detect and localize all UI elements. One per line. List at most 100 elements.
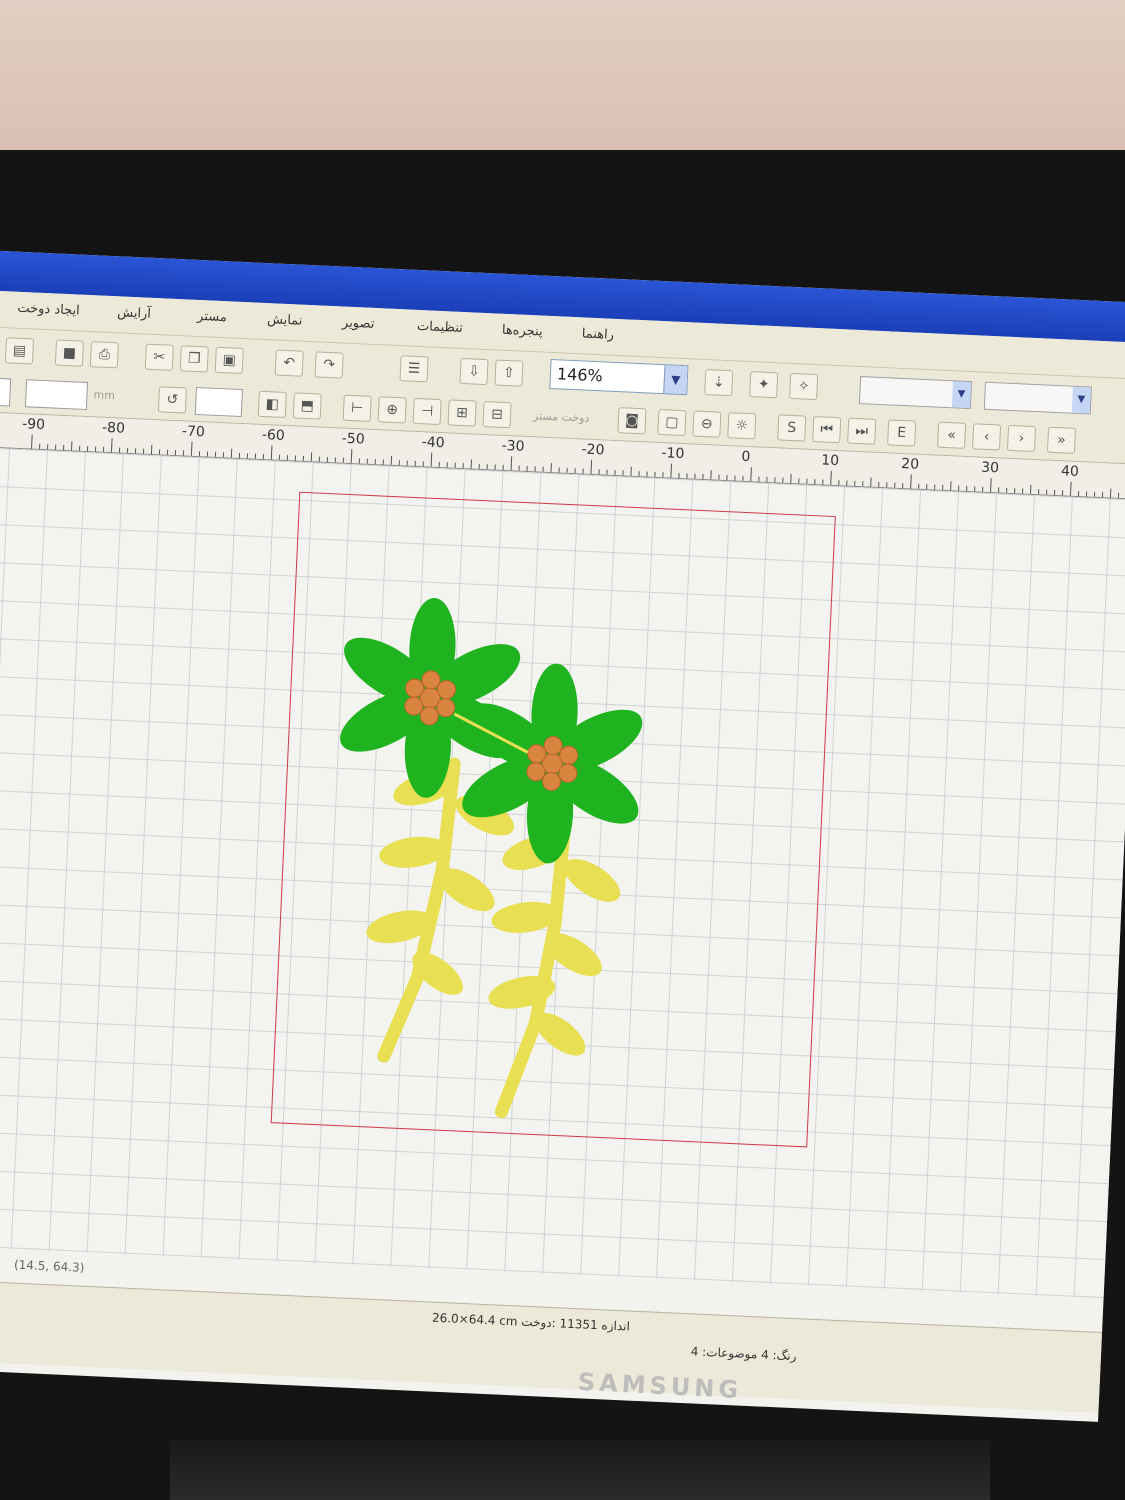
group-icon[interactable]: ⊟: [482, 401, 512, 429]
hint-icon[interactable]: ✧: [789, 372, 819, 401]
ruler-tick: [238, 452, 241, 459]
zoom-select[interactable]: 146% ▼: [549, 358, 689, 396]
ruler-tick: [1077, 491, 1080, 497]
start-stitch-button[interactable]: S: [777, 414, 807, 442]
ruler-tick: [566, 467, 568, 473]
ruler-tick: [262, 454, 265, 460]
ruler-tick: [846, 480, 848, 486]
menu-item-master[interactable]: مستر: [197, 309, 227, 325]
ruler-tick: [398, 460, 400, 466]
ruler-tick: [966, 485, 968, 492]
ruler-tick: [462, 463, 464, 469]
rotate-icon[interactable]: ↺: [157, 386, 187, 414]
fast-forward-icon[interactable]: »: [1046, 426, 1077, 454]
width-input[interactable]: [0, 376, 12, 407]
redo-icon[interactable]: ↷: [314, 351, 344, 379]
ruler-tick: [974, 486, 976, 492]
ruler-tick: [254, 453, 257, 459]
ruler-tick: [590, 459, 593, 474]
paste-icon[interactable]: ▣: [214, 346, 244, 375]
ruler-tick: [1085, 491, 1088, 497]
height-input[interactable]: [24, 379, 89, 411]
step-forward-icon[interactable]: ⏭: [847, 417, 877, 445]
step-back-icon[interactable]: ⏮: [812, 415, 842, 444]
save-icon[interactable]: ■: [54, 339, 84, 367]
ruler-tick: [1117, 492, 1120, 498]
flip-vertical-icon[interactable]: ⬒: [292, 392, 322, 420]
align-center-icon[interactable]: ⊕: [377, 396, 407, 424]
ruler-tick: [350, 449, 353, 464]
ruler-tick: [750, 467, 752, 482]
ruler-tick: [910, 474, 912, 489]
menu-item-view[interactable]: نمایش: [267, 312, 303, 329]
end-stitch-button[interactable]: E: [887, 419, 917, 447]
ruler-tick: [374, 459, 376, 465]
chevron-down-icon[interactable]: ▼: [1071, 386, 1091, 414]
ruler-tick: [798, 478, 800, 484]
size-select[interactable]: ▼: [983, 381, 1092, 415]
export-icon[interactable]: ⇧: [494, 359, 524, 387]
ruler-tick: [558, 467, 560, 473]
right-stem: [488, 822, 621, 1119]
ruler-tick: [1053, 489, 1056, 496]
chevron-down-icon[interactable]: ▼: [663, 365, 688, 395]
ruler-tick: [198, 451, 201, 457]
font-select[interactable]: ▼: [858, 376, 973, 410]
ruler-tick: [1046, 489, 1048, 495]
menu-item-create-stitch[interactable]: ایجاد دوخت: [17, 301, 80, 319]
ruler-tick: [390, 455, 393, 465]
ruler-tick: [102, 446, 105, 452]
rotation-input[interactable]: [194, 386, 243, 418]
cut-icon[interactable]: ✂: [144, 343, 174, 371]
ruler-label: -90: [21, 416, 46, 434]
ruler-tick: [694, 473, 696, 479]
chevron-down-icon[interactable]: ▼: [951, 381, 972, 409]
ruler-tick: [622, 470, 624, 476]
ruler-tick: [734, 475, 736, 481]
menu-item-image[interactable]: تصویر: [342, 316, 375, 332]
align-left-icon[interactable]: ⊢: [342, 394, 372, 422]
ruler-tick: [830, 470, 832, 485]
ruler-tick: [1014, 488, 1016, 494]
ruler-tick: [278, 454, 281, 460]
select-frame-icon[interactable]: ▢: [657, 408, 687, 437]
flip-horizontal-icon[interactable]: ◧: [257, 390, 287, 419]
ruler-tick: [206, 451, 209, 457]
properties-icon[interactable]: ☰: [399, 355, 429, 383]
print-icon[interactable]: ⎙: [89, 341, 119, 369]
distribute-icon[interactable]: ⊞: [447, 399, 477, 427]
menu-item-arrange[interactable]: آرایش: [117, 305, 151, 322]
ruler-tick: [638, 471, 640, 477]
previous-icon[interactable]: ‹: [971, 423, 1002, 451]
align-right-icon[interactable]: ⊣: [412, 397, 442, 426]
lamp-icon[interactable]: ☼: [727, 412, 757, 440]
ruler-tick: [670, 463, 673, 478]
ruler-tick: [526, 466, 528, 472]
delete-object-icon[interactable]: ⊖: [692, 410, 722, 438]
ruler-tick: [958, 485, 960, 491]
next-icon[interactable]: ›: [1006, 424, 1037, 453]
stitch-order-icon[interactable]: ⇣: [704, 369, 734, 397]
menu-item-windows[interactable]: پنجره‌ها: [502, 323, 543, 340]
undo-icon[interactable]: ↶: [274, 349, 304, 377]
select-object-icon[interactable]: ◙: [617, 407, 647, 435]
ruler-tick: [870, 477, 872, 487]
menu-item-help[interactable]: راهنما: [581, 326, 614, 342]
ruler-tick: [814, 479, 816, 485]
embroidery-design[interactable]: [0, 447, 1125, 1299]
ruler-tick: [646, 471, 648, 477]
menu-item-settings[interactable]: تنظیمات: [417, 319, 463, 336]
ruler-tick: [270, 445, 273, 460]
copy-icon[interactable]: ❐: [179, 345, 209, 373]
ruler-tick: [294, 455, 297, 461]
ruler-tick: [126, 447, 129, 453]
rewind-icon[interactable]: «: [937, 421, 967, 449]
ruler-tick: [142, 448, 145, 454]
open-folder-icon[interactable]: ▤: [4, 337, 35, 365]
design-canvas[interactable]: [0, 446, 1125, 1300]
ruler-tick: [326, 456, 328, 462]
ruler-tick: [150, 444, 153, 455]
ruler-tick: [766, 476, 768, 482]
import-icon[interactable]: ⇩: [459, 357, 489, 386]
run-stitch-icon[interactable]: ✦: [749, 371, 779, 399]
